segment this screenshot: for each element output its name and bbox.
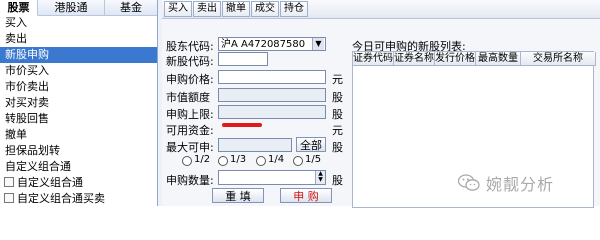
shareholder-code-value: 沪A A472087580: [221, 39, 306, 50]
limit-label: 申购上限:: [166, 108, 214, 121]
funds-label: 可用资金:: [166, 124, 214, 137]
chevron-down-icon[interactable]: ▼: [312, 38, 324, 50]
menu-item-convert-resell[interactable]: 转股回售: [0, 111, 157, 127]
left-panel: 股票 港股通 基金 买入 卖出 新股申购 市价买入 市价卖出 对买对卖 转股回售…: [0, 0, 158, 206]
shareholder-code-label: 股东代码:: [166, 40, 214, 53]
limit-unit: 股: [332, 108, 343, 121]
stepper-arrows-icon[interactable]: ▲ ▼: [315, 171, 325, 184]
max-field: [218, 138, 292, 152]
market-cap-field: [218, 88, 326, 102]
shareholder-code-select[interactable]: 沪A A472087580 ▼: [218, 37, 326, 51]
menu-item-custom-portfolio-trade[interactable]: 自定义组合通买卖: [0, 191, 157, 206]
quantity-stepper[interactable]: ▲ ▼: [218, 170, 326, 185]
menu-item-buy[interactable]: 买入: [0, 15, 157, 31]
redaction-mark: [222, 123, 262, 127]
column-header-code[interactable]: 证券代码: [353, 52, 394, 66]
toolbar-cancel-button[interactable]: 撤单: [222, 1, 250, 17]
ratio-fifth-radio[interactable]: [293, 156, 303, 166]
tab-hk-connect[interactable]: 港股通: [38, 0, 105, 16]
ratio-quarter-radio[interactable]: [256, 156, 266, 166]
tab-stocks[interactable]: 股票: [0, 0, 38, 16]
toolbar: 买入 卖出 撤单 成交 持仓: [162, 0, 600, 19]
menu-item-cancel-order[interactable]: 撤单: [0, 127, 157, 143]
function-menu: 买入 卖出 新股申购 市价买入 市价卖出 对买对卖 转股回售 撤单 担保品划转 …: [0, 15, 157, 206]
menu-item-label: 自定义组合通买卖: [17, 192, 105, 205]
column-header-name[interactable]: 证券名称: [394, 52, 435, 66]
folder-icon: [4, 193, 14, 203]
menu-item-cross-trade[interactable]: 对买对卖: [0, 95, 157, 111]
ratio-quarter-label: 1/4: [268, 154, 285, 165]
column-header-max-qty[interactable]: 最高数量: [476, 52, 521, 66]
menu-item-sell[interactable]: 卖出: [0, 31, 157, 47]
stock-code-input[interactable]: [218, 52, 268, 66]
menu-item-market-buy[interactable]: 市价买入: [0, 63, 157, 79]
column-header-price[interactable]: 发行价格: [435, 52, 476, 66]
menu-item-collateral-transfer[interactable]: 担保品划转: [0, 143, 157, 159]
max-label: 最大可申:: [166, 141, 214, 154]
menu-item-market-sell[interactable]: 市价卖出: [0, 79, 157, 95]
ratio-third-label: 1/3: [230, 154, 247, 165]
watermark: 婉靓分析: [457, 170, 555, 196]
market-cap-label: 市值额度: [166, 91, 210, 104]
quantity-label: 申购数量:: [166, 174, 214, 187]
watermark-text: 婉靓分析: [486, 175, 555, 194]
all-button[interactable]: 全部: [296, 137, 326, 152]
toolbar-positions-button[interactable]: 持仓: [280, 1, 308, 17]
ratio-fifth-label: 1/5: [305, 154, 322, 165]
toolbar-sell-button[interactable]: 卖出: [193, 1, 221, 17]
subscribe-form: 股东代码: 沪A A472087580 ▼ 新股代码: 申购价格: 元 市值额度…: [162, 20, 352, 206]
ratio-half-label: 1/2: [194, 154, 211, 165]
quantity-unit: 股: [332, 174, 343, 187]
limit-field: [218, 105, 326, 119]
stock-code-label: 新股代码:: [166, 55, 214, 68]
price-unit: 元: [332, 73, 343, 86]
market-cap-unit: 股: [332, 91, 343, 104]
wechat-icon: [457, 174, 480, 192]
funds-unit: 元: [332, 124, 343, 137]
menu-item-custom-portfolio[interactable]: 自定义组合通: [0, 159, 157, 175]
reset-button[interactable]: 重 填: [212, 188, 264, 203]
max-unit: 股: [332, 141, 343, 154]
menu-item-ipo-subscribe[interactable]: 新股申购: [0, 47, 157, 63]
folder-icon: [4, 177, 14, 187]
menu-item-label: 自定义组合通: [17, 176, 83, 189]
toolbar-buy-button[interactable]: 买入: [164, 1, 192, 17]
subscribe-button[interactable]: 申 购: [280, 188, 332, 203]
table-header: 证券代码 证券名称 发行价格 最高数量 交易所名称: [353, 52, 596, 66]
ratio-half-radio[interactable]: [182, 156, 192, 166]
menu-item-custom-portfolio-sub[interactable]: 自定义组合通: [0, 175, 157, 191]
market-tabs: 股票 港股通 基金: [0, 0, 157, 16]
toolbar-trades-button[interactable]: 成交: [251, 1, 279, 17]
ratio-third-radio[interactable]: [218, 156, 228, 166]
tab-funds[interactable]: 基金: [105, 0, 157, 16]
price-input[interactable]: [218, 70, 326, 84]
column-header-exchange[interactable]: 交易所名称: [521, 52, 596, 66]
price-label: 申购价格:: [166, 73, 214, 86]
